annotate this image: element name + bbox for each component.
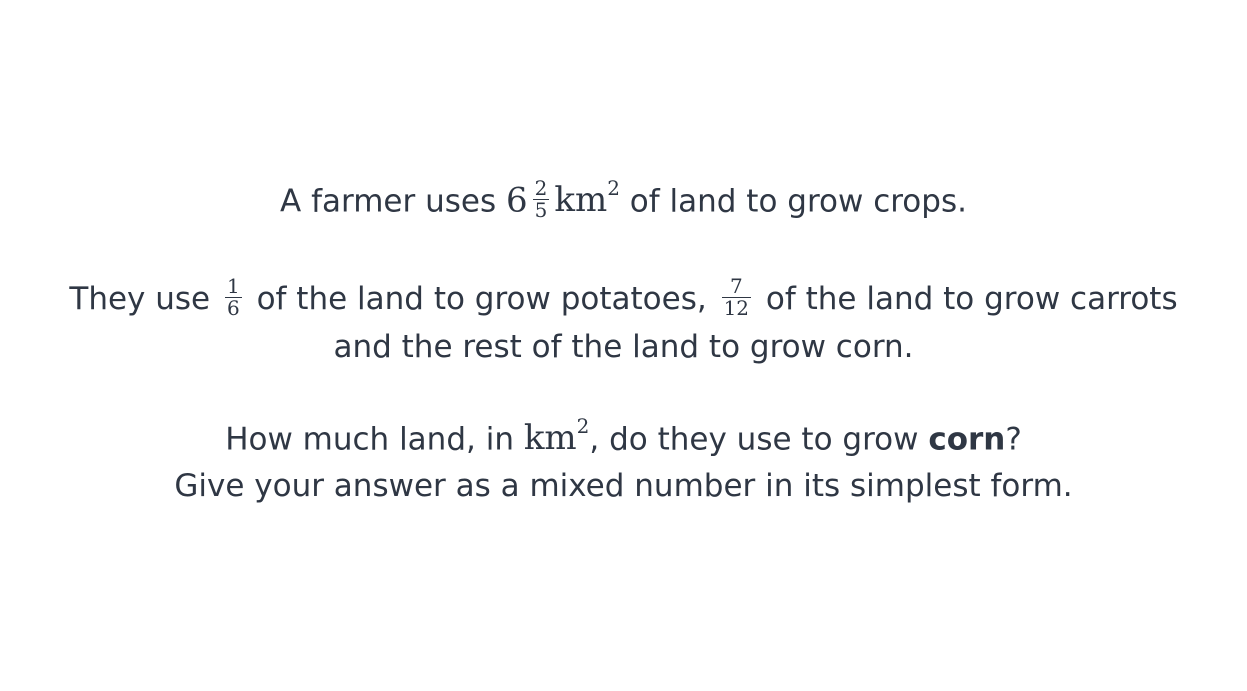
mixed-number-whole: 6: [505, 180, 528, 221]
unit-km: km2: [523, 415, 590, 459]
line-fractions: They use 16 of the land to grow potatoes…: [0, 274, 1247, 322]
line3-text: and the rest of the land to grow corn.: [333, 329, 914, 365]
line-rest: and the rest of the land to grow corn.: [0, 330, 1247, 364]
unit-label: km: [523, 418, 577, 459]
unit-exponent: 2: [607, 176, 620, 200]
line2-before: They use: [69, 281, 211, 317]
unit-km: km2: [554, 177, 620, 221]
emphasis-corn: corn: [928, 421, 1006, 458]
line2-middle: of the land to grow potatoes,: [256, 281, 707, 317]
line-total-land: A farmer uses 6 2 5 km2 of land to grow cro…: [0, 176, 1247, 224]
line5-text: Give your answer as a mixed number in it…: [174, 468, 1073, 504]
unit-exponent: 2: [576, 414, 590, 438]
line1-after: of land to grow crops.: [629, 183, 967, 220]
line4-after: ?: [1005, 421, 1022, 458]
fraction-numerator: 7: [721, 276, 752, 298]
fraction-potatoes: 16: [224, 274, 242, 320]
fraction-numerator: 1: [224, 274, 242, 298]
line-question: How much land, in km2, do they use to gr…: [0, 415, 1247, 459]
line4-middle: , do they use to grow: [589, 421, 919, 458]
fraction-denominator: 6: [226, 296, 240, 320]
line2-after: of the land to grow carrots: [765, 281, 1178, 317]
fraction-denominator: 12: [723, 296, 750, 320]
fraction-carrots: 7 12: [721, 276, 752, 320]
line1-before: A farmer uses: [280, 183, 497, 220]
fraction-numerator: 2: [532, 176, 550, 201]
unit-label: km: [554, 180, 608, 221]
fraction-denominator: 5: [534, 198, 548, 223]
line4-before: How much land, in: [225, 421, 514, 458]
line-instruction: Give your answer as a mixed number in it…: [0, 469, 1247, 503]
mixed-number-fraction: 25: [532, 176, 550, 223]
